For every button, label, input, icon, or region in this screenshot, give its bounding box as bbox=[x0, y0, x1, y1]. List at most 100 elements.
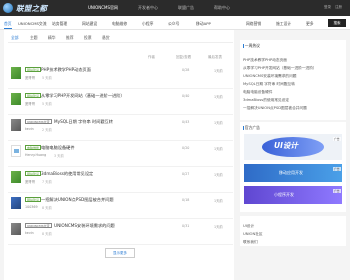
login-link[interactable]: 登录 bbox=[324, 5, 331, 10]
hot-topics-title: 一周热议 bbox=[244, 43, 260, 48]
hot-link[interactable]: PHP技术教学PHP动态页面 bbox=[243, 58, 287, 63]
thread-last-post: 1天前 bbox=[214, 147, 223, 151]
thread-user[interactable]: 宽哥哥 bbox=[25, 101, 35, 106]
tab-digest[interactable]: 精华 bbox=[48, 35, 56, 41]
column-last-post: 最后发表 bbox=[208, 55, 222, 59]
thread-time: 5 天前 bbox=[42, 76, 52, 80]
thread-user[interactable]: 宽哥哥 bbox=[25, 75, 35, 80]
hot-link[interactable]: 从零学习PHP开发网站（基础一进阶一进阶） bbox=[243, 66, 317, 71]
thread-title[interactable]: 电脑电脑设备硬件 bbox=[41, 145, 75, 151]
footer-link[interactable]: UI设计 bbox=[243, 224, 254, 229]
hot-link[interactable]: UNIONCMS安装环境需求的问题 bbox=[243, 74, 297, 79]
avatar[interactable] bbox=[11, 171, 21, 183]
sub-nav-item[interactable]: 更多 bbox=[306, 21, 314, 27]
load-more-button[interactable]: 显示更多 bbox=[105, 248, 135, 258]
thread-replies: 0/31 bbox=[182, 224, 190, 228]
ad-banner-miniprogram[interactable]: 小程序开发 广告 bbox=[244, 186, 342, 204]
thread-replies: 0/20 bbox=[182, 146, 190, 150]
hot-link[interactable]: MySQL日期 字符串 时间戳互转 bbox=[243, 82, 295, 87]
thread-tag[interactable]: 网站建设 bbox=[25, 67, 42, 72]
thread-row[interactable]: UNIONCMS交流 MySQL日期 字符串 时间戳互转 kevin 2 天前 … bbox=[8, 115, 233, 141]
sub-nav-item-home[interactable]: 首页 bbox=[4, 21, 12, 29]
ad-banner-ui-design[interactable]: UI设计 广告 bbox=[244, 134, 342, 160]
ad-label: 广告 bbox=[333, 167, 341, 171]
thread-title[interactable]: 3dmaBioss的使用常见设定 bbox=[41, 171, 93, 177]
hot-link[interactable]: 3dmaBioss的使用常见设定 bbox=[243, 98, 289, 103]
tab-vote[interactable]: 投票 bbox=[84, 35, 92, 41]
thread-tag[interactable]: 网站建设 bbox=[25, 93, 42, 98]
sub-nav-item[interactable]: 站务管理 bbox=[52, 21, 67, 27]
tab-reward[interactable]: 悬赏 bbox=[102, 35, 110, 41]
top-nav-item[interactable]: UNIONCMS官网 bbox=[88, 5, 118, 11]
sub-nav-item[interactable]: UNIONCMS交流 bbox=[18, 21, 47, 27]
avatar[interactable] bbox=[11, 67, 21, 79]
thread-user[interactable]: kevin bbox=[25, 231, 34, 235]
sub-nav-item[interactable]: 施工设计 bbox=[276, 21, 291, 27]
hot-link[interactable]: 一招解决UNION点PSD图层被合并问题 bbox=[243, 106, 307, 111]
thread-tag[interactable]: 电脑维修 bbox=[25, 145, 42, 150]
sub-nav-item[interactable]: 公众号 bbox=[168, 21, 179, 27]
thread-replies: 0/28 bbox=[182, 68, 190, 72]
avatar[interactable] bbox=[11, 93, 21, 105]
column-author: 作者 bbox=[148, 55, 155, 59]
thread-time: 7 天前 bbox=[42, 180, 52, 184]
column-replies: 回复/查看 bbox=[176, 55, 192, 59]
thread-replies: 0/40 bbox=[182, 94, 190, 98]
top-nav-item[interactable]: 开发者中心 bbox=[138, 5, 158, 11]
footer-link[interactable]: 联系我们 bbox=[243, 240, 258, 245]
top-nav-item[interactable]: 帮助中心 bbox=[214, 5, 230, 11]
thread-row[interactable]: UNIONCMS交流 UNIONCMS安装环境需求的问题 kevin 8 天前 … bbox=[8, 219, 233, 245]
thread-tag[interactable]: UNIONCMS交流 bbox=[25, 223, 52, 228]
thread-user[interactable]: 100369 bbox=[25, 205, 38, 209]
thread-time: 8 天前 bbox=[42, 232, 52, 236]
avatar[interactable] bbox=[11, 197, 21, 209]
thread-tag[interactable]: 网站建设 bbox=[25, 197, 42, 202]
avatar[interactable] bbox=[11, 119, 21, 131]
tab-topic[interactable]: 主题 bbox=[30, 35, 38, 41]
thread-time: 8 天前 bbox=[42, 206, 52, 210]
thread-row[interactable]: 电脑维修 电脑电脑设备硬件 Henry.Huang 3 天前 0/20 1天前 bbox=[8, 141, 233, 167]
ad-panel: 官方广告 UI设计 广告 移动应用开发 广告 小程序开发 广告 bbox=[240, 122, 346, 212]
sub-nav-item[interactable]: 网络营销 bbox=[246, 21, 261, 27]
thread-user[interactable]: Henry.Huang bbox=[25, 153, 46, 157]
avatar[interactable] bbox=[11, 223, 21, 235]
thread-title[interactable]: 一招解决UNION点PSD图层被合并问题 bbox=[41, 197, 114, 203]
footer-link[interactable]: UNION社区 bbox=[243, 232, 263, 237]
thread-replies: 0/18 bbox=[182, 198, 190, 202]
filter-tabs: 全部 主题 精华 推荐 投票 悬赏 bbox=[8, 34, 233, 43]
thread-time: 2 天前 bbox=[42, 128, 52, 132]
sub-nav-item[interactable]: 电脑维修 bbox=[112, 21, 127, 27]
thread-last-post: 1天前 bbox=[214, 121, 223, 125]
footer-links-panel: UI设计 UNION社区 联系我们 bbox=[240, 216, 346, 246]
search-button[interactable]: 搜索 bbox=[328, 19, 346, 27]
thread-row[interactable]: 网站建设 一招解决UNION点PSD图层被合并问题 100369 8 天前 0/… bbox=[8, 193, 233, 219]
column-header: 作者 回复/查看 最后发表 bbox=[8, 55, 233, 63]
logo-text: 联盟之都 bbox=[16, 3, 48, 13]
ad-banner-mobile[interactable]: 移动应用开发 广告 bbox=[244, 164, 342, 182]
thread-title[interactable]: MySQL日期 字符串 时间戳互转 bbox=[54, 119, 113, 125]
thread-user[interactable]: kevin bbox=[25, 127, 34, 131]
thread-title[interactable]: UNIONCMS安装环境需求的问题 bbox=[54, 223, 115, 229]
thread-row[interactable]: 网站建设 PHP技术教学PHP动态页面 宽哥哥 5 天前 0/28 1天前 bbox=[8, 63, 233, 89]
thread-title[interactable]: 从零学习PHP开发网站（基础一进阶一进阶） bbox=[41, 93, 125, 99]
site-logo[interactable]: 联盟之都 bbox=[3, 2, 48, 14]
top-nav: UNIONCMS官网 开发者中心 联盟广告 帮助中心 bbox=[88, 0, 250, 16]
thread-title[interactable]: PHP技术教学PHP动态页面 bbox=[41, 67, 91, 73]
sub-nav-item[interactable]: 移动APP bbox=[196, 21, 211, 27]
thread-last-post: 1天前 bbox=[214, 225, 223, 229]
thread-row[interactable]: 网站建设 3dmaBioss的使用常见设定 宽哥哥 7 天前 0/27 1天前 bbox=[8, 167, 233, 193]
register-link[interactable]: 注册 bbox=[335, 5, 342, 10]
tab-recommend[interactable]: 推荐 bbox=[66, 35, 74, 41]
tab-all[interactable]: 全部 bbox=[11, 35, 19, 41]
hot-link[interactable]: 电脑电脑设备硬件 bbox=[243, 90, 273, 95]
thread-row[interactable]: 网站建设 从零学习PHP开发网站（基础一进阶一进阶） 宽哥哥 5 天前 0/40… bbox=[8, 89, 233, 115]
sub-nav-item[interactable]: 小程序 bbox=[142, 21, 153, 27]
thread-tag[interactable]: UNIONCMS交流 bbox=[25, 119, 52, 124]
sub-nav-item[interactable]: 网站建设 bbox=[82, 21, 97, 27]
top-nav-item[interactable]: 联盟广告 bbox=[178, 5, 194, 11]
avatar[interactable] bbox=[11, 145, 21, 157]
thread-last-post: 1天前 bbox=[214, 173, 223, 177]
thread-user[interactable]: 宽哥哥 bbox=[25, 179, 35, 184]
thread-tag[interactable]: 网站建设 bbox=[25, 171, 42, 176]
ad-text: UI设计 bbox=[274, 141, 298, 150]
